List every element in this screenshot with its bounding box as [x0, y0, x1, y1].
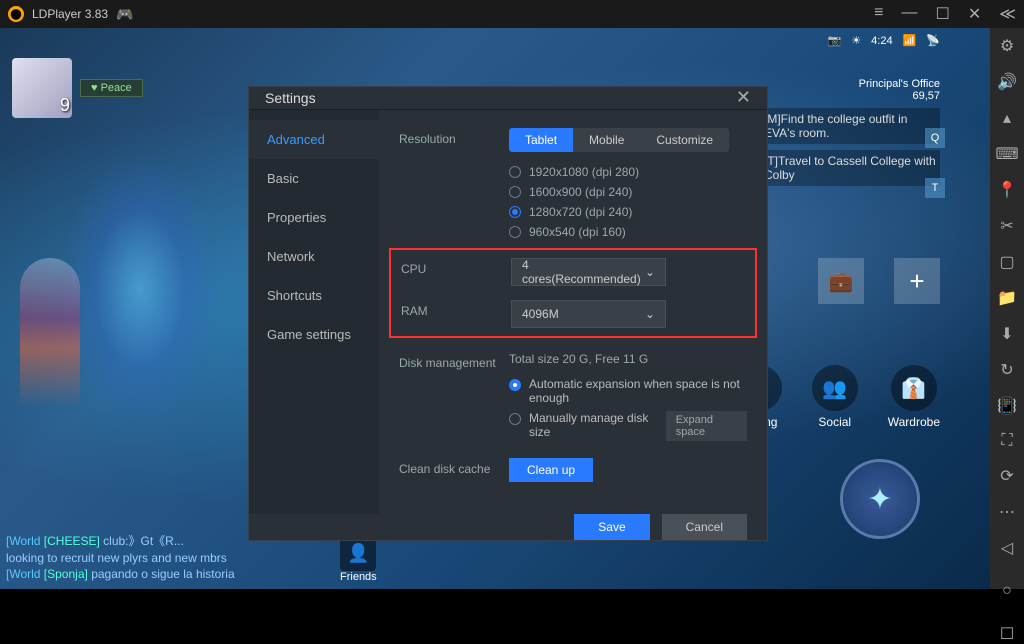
- disk-summary: Total size 20 G, Free 11 G: [509, 352, 747, 366]
- cpu-label: CPU: [401, 258, 511, 276]
- chat-panel[interactable]: [World [CHEESE] club:》Gt《R... looking to…: [6, 532, 235, 583]
- back-icon[interactable]: ◁: [997, 538, 1017, 558]
- hud-status-bar: 📷 ☀ 4:24 📶 📡: [828, 34, 940, 47]
- inventory-button[interactable]: 💼: [818, 258, 864, 304]
- friends-dock[interactable]: 👤 Friends: [340, 535, 377, 583]
- signal-icon: 📶: [903, 34, 917, 47]
- nav-shortcuts[interactable]: Shortcuts: [249, 276, 379, 315]
- more-icon[interactable]: ⋯: [997, 502, 1017, 522]
- clock-time: 4:24: [871, 35, 892, 47]
- disk-option-auto[interactable]: Automatic expansion when space is not en…: [509, 374, 747, 408]
- quest-item[interactable]: [T]Travel to Cassell College with Colby: [760, 150, 940, 186]
- close-icon[interactable]: ✕: [736, 87, 751, 108]
- nav-properties[interactable]: Properties: [249, 198, 379, 237]
- settings-modal: Settings ✕ Advanced Basic Properties Net…: [248, 86, 768, 541]
- nav-basic[interactable]: Basic: [249, 159, 379, 198]
- menu-icon[interactable]: ≡: [874, 4, 883, 24]
- sync-icon[interactable]: ⟳: [997, 466, 1017, 486]
- gear-icon[interactable]: ⚙: [997, 36, 1017, 56]
- app-title: LDPlayer 3.83: [32, 7, 108, 21]
- expand-space-button[interactable]: Expand space: [666, 411, 747, 441]
- nav-network[interactable]: Network: [249, 237, 379, 276]
- keyboard-icon[interactable]: ⌨: [997, 144, 1017, 164]
- save-button[interactable]: Save: [574, 514, 649, 540]
- weather-icon: ☀: [851, 34, 861, 47]
- resolution-option[interactable]: 960x540 (dpi 160): [509, 222, 747, 242]
- hotkey-q: Q: [925, 128, 945, 148]
- camera-icon[interactable]: 📷: [828, 34, 842, 47]
- player-portrait[interactable]: 9 ♥ Peace: [12, 58, 143, 118]
- settings-title: Settings: [265, 90, 316, 106]
- cleanup-button[interactable]: Clean up: [509, 458, 593, 482]
- location-icon[interactable]: 📍: [997, 180, 1017, 200]
- tab-customize[interactable]: Customize: [640, 128, 729, 152]
- chevron-down-icon: ⌄: [645, 265, 655, 279]
- quest-panel: [M]Find the college outfit in EVA's room…: [760, 108, 940, 192]
- social-button[interactable]: 👥 Social: [812, 365, 858, 429]
- emulator-sidebar: ⚙ 🔊 ▴ ⌨ 📍 ✂ ▢ 📁 ⬇ ↻ 📳 ⛶ ⟳ ⋯ ◁ ○ ☐: [990, 28, 1024, 589]
- game-viewport[interactable]: 📷 ☀ 4:24 📶 📡 Principal's Office 69,57 9 …: [0, 28, 990, 589]
- people-icon: 👥: [812, 365, 858, 411]
- clean-cache-label: Clean disk cache: [399, 458, 509, 476]
- nav-advanced[interactable]: Advanced: [249, 120, 379, 159]
- hud-location: Principal's Office 69,57: [859, 78, 940, 102]
- install-icon[interactable]: ⬇: [997, 324, 1017, 344]
- close-window-icon[interactable]: ✕: [968, 4, 981, 24]
- app-logo-icon: ⬤: [8, 6, 24, 22]
- attack-skill-icon[interactable]: ✦: [840, 459, 920, 539]
- tab-mobile[interactable]: Mobile: [573, 128, 640, 152]
- fullscreen-icon[interactable]: ⛶: [997, 432, 1017, 450]
- controller-icon: 🎮: [116, 6, 133, 23]
- resolution-label: Resolution: [399, 128, 509, 146]
- player-level: 9: [60, 95, 70, 116]
- cpu-dropdown[interactable]: 4 cores(Recommended)⌄: [511, 258, 666, 286]
- ram-dropdown[interactable]: 4096M⌄: [511, 300, 666, 328]
- resolution-option[interactable]: 1600x900 (dpi 240): [509, 182, 747, 202]
- hanger-icon: 👔: [891, 365, 937, 411]
- wifi-icon: 📡: [926, 34, 940, 47]
- highlight-box: CPU 4 cores(Recommended)⌄ RAM: [389, 248, 757, 338]
- resolution-option[interactable]: 1920x1080 (dpi 280): [509, 162, 747, 182]
- collapse-sidebar-icon[interactable]: ≪: [999, 4, 1016, 24]
- settings-nav: Advanced Basic Properties Network Shortc…: [249, 110, 379, 514]
- ram-label: RAM: [401, 300, 511, 318]
- chevron-down-icon: ⌄: [645, 307, 655, 321]
- apps-icon[interactable]: ▢: [997, 252, 1017, 272]
- skill-wheel[interactable]: ✦: [810, 429, 930, 549]
- resolution-option[interactable]: 1280x720 (dpi 240): [509, 202, 747, 222]
- home-icon[interactable]: ○: [997, 582, 1017, 600]
- recent-icon[interactable]: ☐: [997, 624, 1017, 644]
- tab-tablet[interactable]: Tablet: [509, 128, 573, 152]
- hotkey-t: T: [925, 178, 945, 198]
- folder-icon[interactable]: 📁: [997, 288, 1017, 308]
- disk-label: Disk management: [399, 352, 509, 370]
- scissors-icon[interactable]: ✂: [997, 216, 1017, 236]
- rotate-icon[interactable]: ↻: [997, 360, 1017, 380]
- title-bar: ⬤ LDPlayer 3.83 🎮 ≡ — ☐ ✕ ≪: [0, 0, 1024, 28]
- caret-up-icon[interactable]: ▴: [997, 108, 1017, 128]
- volume-icon[interactable]: 🔊: [997, 72, 1017, 92]
- cancel-button[interactable]: Cancel: [662, 514, 747, 540]
- maximize-icon[interactable]: ☐: [936, 4, 950, 24]
- disk-option-manual[interactable]: Manually manage disk sizeExpand space: [509, 408, 747, 444]
- minimize-icon[interactable]: —: [902, 4, 918, 24]
- wardrobe-button[interactable]: 👔 Wardrobe: [888, 365, 940, 429]
- quest-item[interactable]: [M]Find the college outfit in EVA's room…: [760, 108, 940, 144]
- nav-game-settings[interactable]: Game settings: [249, 315, 379, 354]
- add-button[interactable]: +: [894, 258, 940, 304]
- shake-icon[interactable]: 📳: [997, 396, 1017, 416]
- peace-badge: ♥ Peace: [80, 79, 143, 97]
